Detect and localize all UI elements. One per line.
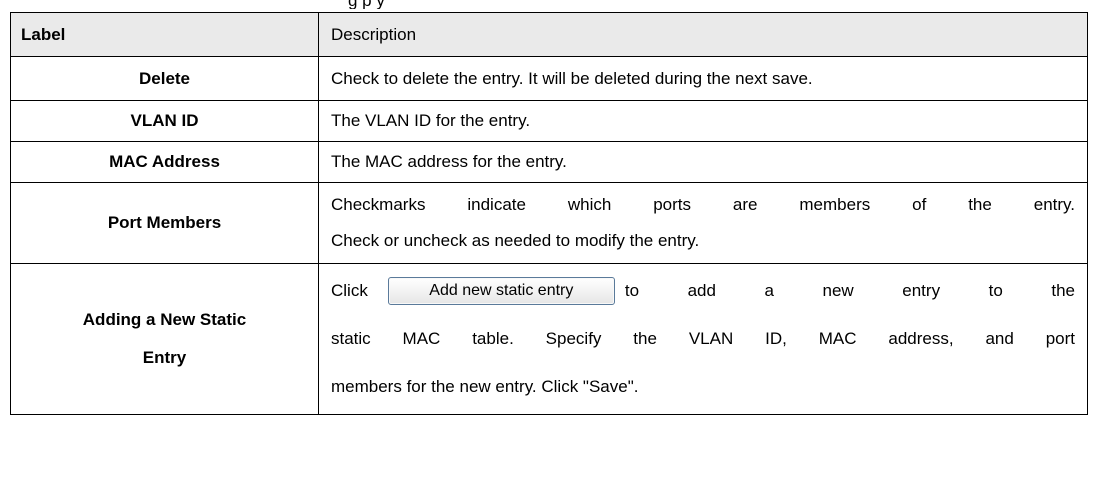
- table-row: Delete Check to delete the entry. It wil…: [10, 56, 1088, 101]
- row-label-mac-address: MAC Address: [10, 141, 319, 183]
- description-table: Label Description Delete Check to delete…: [10, 12, 1088, 415]
- description-line: members for the new entry. Click "Save".: [331, 377, 639, 396]
- table-row: MAC Address The MAC address for the entr…: [10, 141, 1088, 183]
- row-description-port-members: Checkmarks indicate which ports are memb…: [318, 182, 1088, 264]
- row-label-vlan-id: VLAN ID: [10, 100, 319, 142]
- post-button-text: to add a new entry to the: [624, 281, 1075, 300]
- table-row: Port Members Checkmarks indicate which p…: [10, 182, 1088, 264]
- label-line: Adding a New Static: [82, 310, 247, 329]
- row-label-adding-static-entry: Adding a New Static Entry: [10, 263, 319, 415]
- add-new-static-entry-button[interactable]: Add new static entry: [387, 277, 615, 305]
- description-line: Check or uncheck as needed to modify the…: [331, 231, 700, 250]
- row-description-vlan-id: The VLAN ID for the entry.: [318, 100, 1088, 142]
- row-description-adding-static-entry: Click Add new static entry to add a new …: [318, 263, 1088, 415]
- description-line: Click Add new static entry to add a new …: [331, 267, 1075, 315]
- header-description: Description: [318, 12, 1088, 57]
- cut-off-text-fragment: g p y: [0, 0, 1101, 9]
- table-row: VLAN ID The VLAN ID for the entry.: [10, 100, 1088, 142]
- row-label-port-members: Port Members: [10, 182, 319, 264]
- description-line: Checkmarks indicate which ports are memb…: [331, 195, 1075, 214]
- row-label-delete: Delete: [10, 56, 319, 101]
- header-label: Label: [10, 12, 319, 57]
- label-line: Entry: [142, 348, 187, 367]
- description-line: static MAC table. Specify the VLAN ID, M…: [331, 329, 1075, 348]
- row-description-mac-address: The MAC address for the entry.: [318, 141, 1088, 183]
- table-row: Adding a New Static Entry Click Add new …: [10, 263, 1088, 415]
- click-text: Click: [331, 281, 368, 300]
- table-header-row: Label Description: [10, 12, 1088, 57]
- row-description-delete: Check to delete the entry. It will be de…: [318, 56, 1088, 101]
